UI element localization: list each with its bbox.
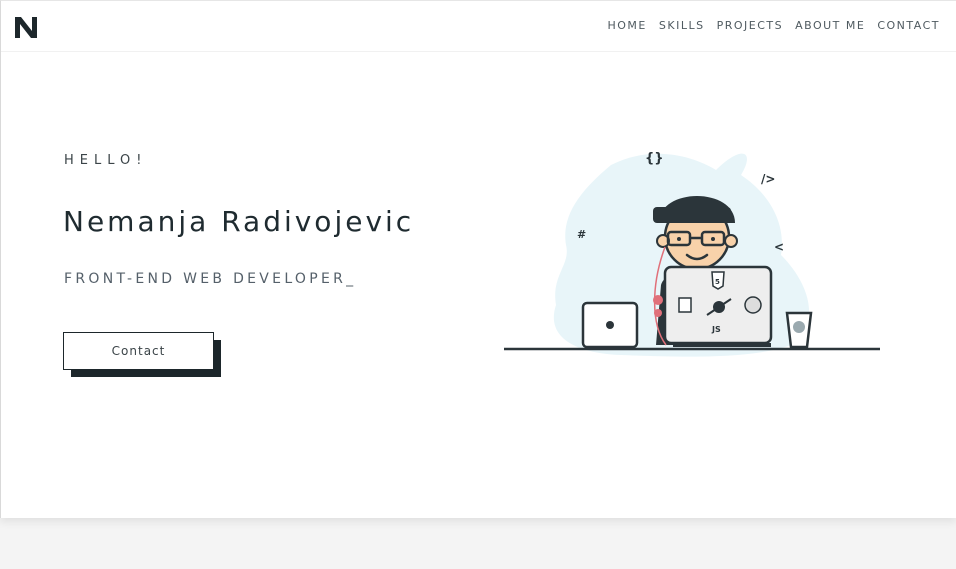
hero-name: Nemanja Radivojevic (63, 205, 415, 238)
contact-button[interactable]: Contact (63, 332, 214, 370)
hero-section: HOME SKILLS PROJECTS ABOUT ME CONTACT HE… (0, 0, 956, 518)
contact-button-wrapper: Contact (63, 332, 221, 377)
nav-contact[interactable]: CONTACT (877, 19, 940, 32)
hash-symbol: # (577, 228, 586, 241)
developer-illustration: {} /> # < 5 JS (504, 151, 880, 357)
angle-bracket-symbol: < (774, 240, 784, 254)
html5-badge: 5 (715, 278, 720, 286)
hero-role: FRONT-END WEB DEVELOPER_ (64, 271, 357, 287)
js-badge: JS (711, 325, 721, 334)
greeting-text: HELLO! (64, 153, 148, 168)
logo-icon[interactable] (13, 14, 39, 40)
top-navbar: HOME SKILLS PROJECTS ABOUT ME CONTACT (1, 1, 956, 52)
nav-about-me[interactable]: ABOUT ME (795, 19, 865, 32)
nav-projects[interactable]: PROJECTS (717, 19, 784, 32)
curly-braces-symbol: {} (645, 151, 664, 166)
nav-skills[interactable]: SKILLS (659, 19, 705, 32)
nav-home[interactable]: HOME (608, 19, 647, 32)
main-nav: HOME SKILLS PROJECTS ABOUT ME CONTACT (596, 19, 941, 32)
closing-tag-symbol: /> (761, 172, 775, 186)
